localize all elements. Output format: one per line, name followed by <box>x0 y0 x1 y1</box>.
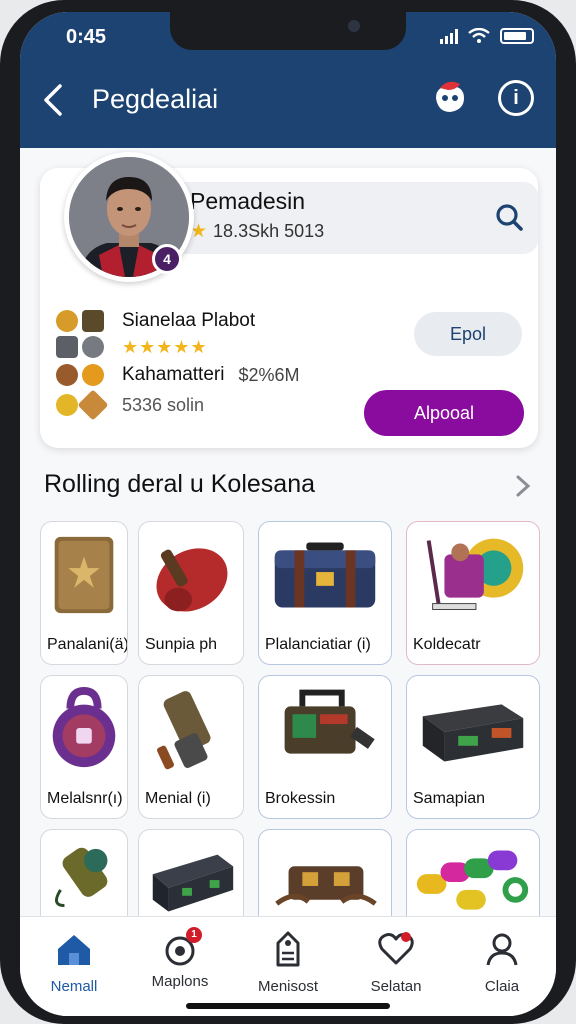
item-label: Koldecatr <box>413 636 481 653</box>
ring-icon <box>56 394 78 416</box>
gear-icon <box>56 336 78 358</box>
heart-icon <box>378 932 414 965</box>
list-item: 5336 solin <box>56 389 205 421</box>
item-tile[interactable]: Menial (i) <box>138 675 244 819</box>
tab-tags[interactable]: Menisost <box>240 929 336 995</box>
cat-icon <box>82 310 104 332</box>
item-label: Sunpia ph <box>145 636 218 653</box>
robot-machine-icon <box>284 689 375 754</box>
flashlight-icon <box>157 691 211 770</box>
coin-icon <box>82 364 104 386</box>
padlock-icon <box>52 686 116 768</box>
home-icon <box>58 935 90 965</box>
item-tile[interactable]: Melalsnr(ı) <box>40 675 128 819</box>
main-content: 4 Pemadesin ★ 18.3Skh 5013 Sianelaa Plab… <box>20 148 556 949</box>
screen: 0:45 Pegdealiai i 4 Pemadesin ★ 18.3Skh … <box>20 12 556 1016</box>
item-label: Samapian <box>413 790 486 807</box>
item-label: Melalsnr(ı) <box>47 790 123 807</box>
item-tile[interactable]: Sunpia ph <box>138 521 244 665</box>
profile-icon <box>486 933 518 966</box>
profile-rating: ★ 18.3Skh 5013 <box>190 220 324 243</box>
item-tile[interactable]: Koldecatr <box>406 521 540 665</box>
avatar[interactable]: 4 <box>64 152 194 282</box>
star-rating: ★★★★★ <box>122 336 208 357</box>
tab-profile[interactable]: Claia <box>454 929 550 995</box>
section-title: Rolling deral u Kolesana <box>44 470 316 498</box>
notification-icon: 1 <box>160 927 202 969</box>
item-label: Plalanciatiar (i) <box>265 636 371 653</box>
helmet-icon <box>82 336 104 358</box>
character-vehicle-icon <box>426 538 524 610</box>
notch <box>170 12 406 50</box>
tab-favorites[interactable]: Selatan <box>348 929 444 995</box>
item-label: Brokessin <box>265 790 336 807</box>
secondary-button[interactable]: Epol <box>414 312 522 356</box>
price-value: $2%6M <box>238 364 300 385</box>
item-label: Panalani(ä) <box>47 636 128 653</box>
back-arrow-icon[interactable] <box>38 82 70 118</box>
item-tile[interactable]: Brokessin <box>258 675 392 819</box>
notification-badge: 1 <box>186 927 202 943</box>
item-icons <box>56 389 116 421</box>
tab-label: Claia <box>484 978 520 995</box>
chest-icon <box>274 542 376 608</box>
ammo-box-icon <box>422 704 524 762</box>
item-tile[interactable]: Plalanciatiar (i) <box>258 521 392 665</box>
tab-label: Nemall <box>50 978 98 995</box>
status-icons <box>440 28 534 44</box>
gem-icon <box>77 389 109 421</box>
list-item: ★★★★★ <box>56 336 208 358</box>
list-item: Sianelaa Plabot <box>56 310 255 332</box>
chevron-right-icon[interactable] <box>514 474 532 498</box>
tab-home[interactable]: Nemall <box>26 929 122 995</box>
medal-icon <box>56 310 78 332</box>
home-indicator[interactable] <box>186 1003 390 1009</box>
signal-icon <box>440 28 458 44</box>
shield-icon <box>56 364 78 386</box>
status-time: 0:45 <box>66 26 107 48</box>
item-tile[interactable]: Panalani(ä) <box>40 521 128 665</box>
profile-name: Pemadesin <box>190 188 306 214</box>
item-icons <box>56 364 116 386</box>
nav-row: Pegdealiai i <box>20 76 556 124</box>
page-title: Pegdealiai <box>92 84 219 114</box>
price-tag-icon <box>276 931 300 967</box>
profile-card: 4 Pemadesin ★ 18.3Skh 5013 Sianelaa Plab… <box>40 152 538 448</box>
item-icons <box>56 336 116 358</box>
bottom-nav: Nemall 1 Maplons Menisost Selatan Claia <box>20 916 556 1016</box>
list-item: Kahamatteri $2%6M <box>56 364 299 386</box>
tab-label: Selatan <box>370 978 422 995</box>
item-tile[interactable]: Samapian <box>406 675 540 819</box>
tab-notifications[interactable]: 1 Maplons <box>132 927 228 990</box>
camera-icon <box>348 20 360 32</box>
backpack-icon <box>54 536 114 614</box>
primary-button[interactable]: Alpooal <box>364 390 524 436</box>
item-icons <box>56 310 116 332</box>
info-button[interactable]: i <box>498 80 534 116</box>
battery-icon <box>500 28 534 44</box>
row-subtitle: 5336 solin <box>122 394 205 415</box>
item-label: Menial (i) <box>145 790 211 807</box>
bag-icon <box>156 548 228 612</box>
search-icon[interactable] <box>494 202 524 232</box>
rating-text: 18.3Skh 5013 <box>213 221 325 241</box>
tab-label: Maplons <box>151 973 209 990</box>
mask-icon[interactable] <box>430 78 470 118</box>
row-title: Kahamatteri <box>122 364 225 385</box>
tab-label: Menisost <box>257 978 319 995</box>
row-title: Sianelaa Plabot <box>122 310 256 331</box>
avatar-level-badge: 4 <box>152 244 182 274</box>
wifi-icon <box>468 28 490 43</box>
phone-frame: 0:45 Pegdealiai i 4 Pemadesin ★ 18.3Skh … <box>0 0 576 1024</box>
